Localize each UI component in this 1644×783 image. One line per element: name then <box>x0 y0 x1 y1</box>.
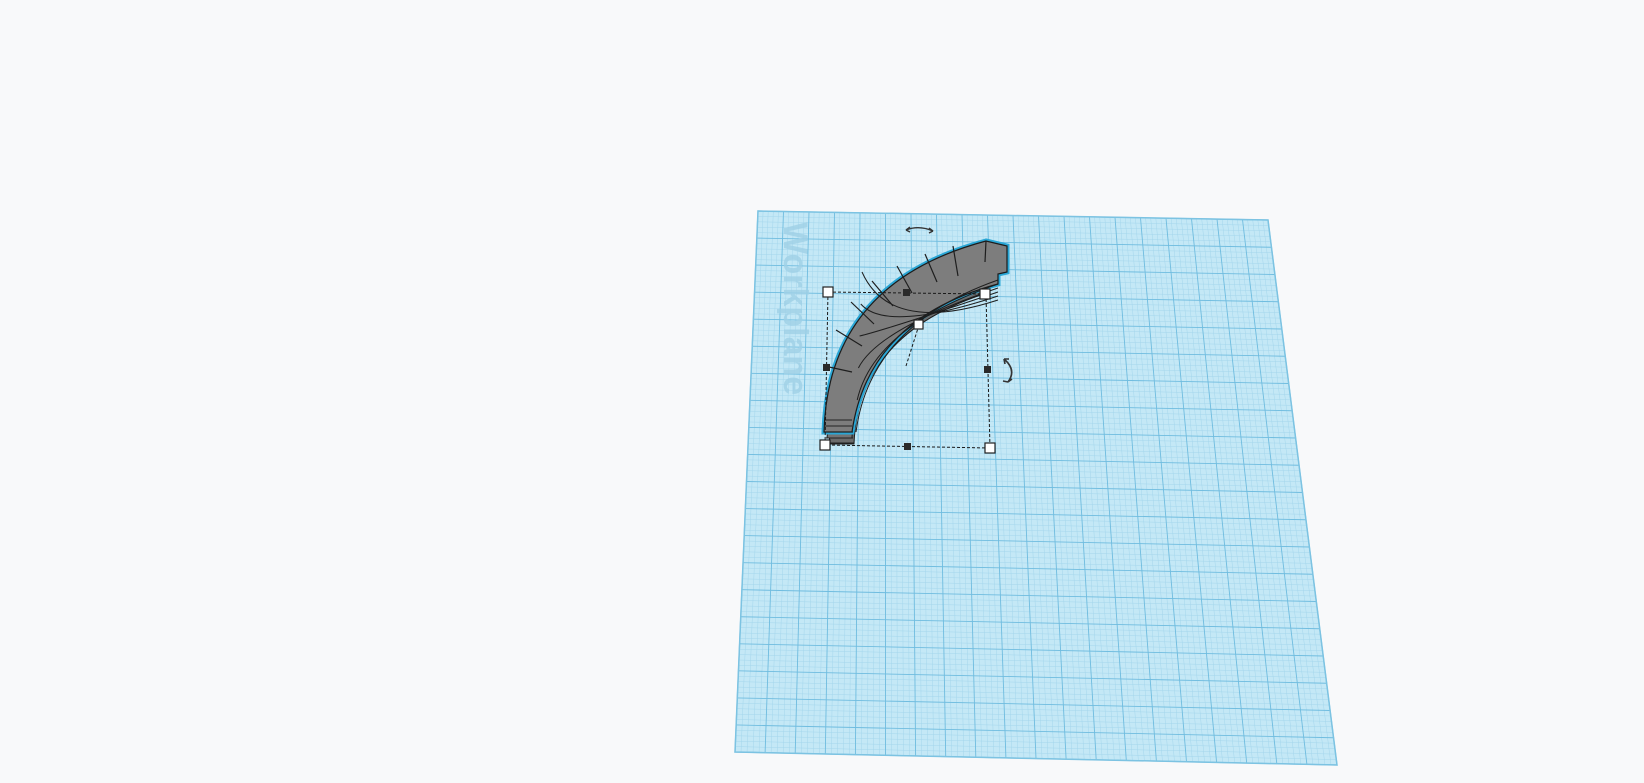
resize-handle-left-mid[interactable] <box>823 364 830 371</box>
resize-handle-bottom-left[interactable] <box>819 439 831 451</box>
resize-handle-top-right[interactable] <box>979 288 991 300</box>
3d-design-viewport[interactable]: Workplane <box>0 0 1644 783</box>
workplane-scene[interactable]: Workplane <box>0 0 1644 783</box>
resize-handle-bottom-right[interactable] <box>984 442 996 454</box>
resize-handle-top-left[interactable] <box>822 286 834 298</box>
height-handle[interactable] <box>913 319 924 330</box>
resize-handle-bottom-mid[interactable] <box>904 443 911 450</box>
resize-handle-top-mid[interactable] <box>903 289 910 296</box>
resize-handle-right-mid[interactable] <box>984 366 991 373</box>
workplane-label: Workplane <box>776 222 814 395</box>
